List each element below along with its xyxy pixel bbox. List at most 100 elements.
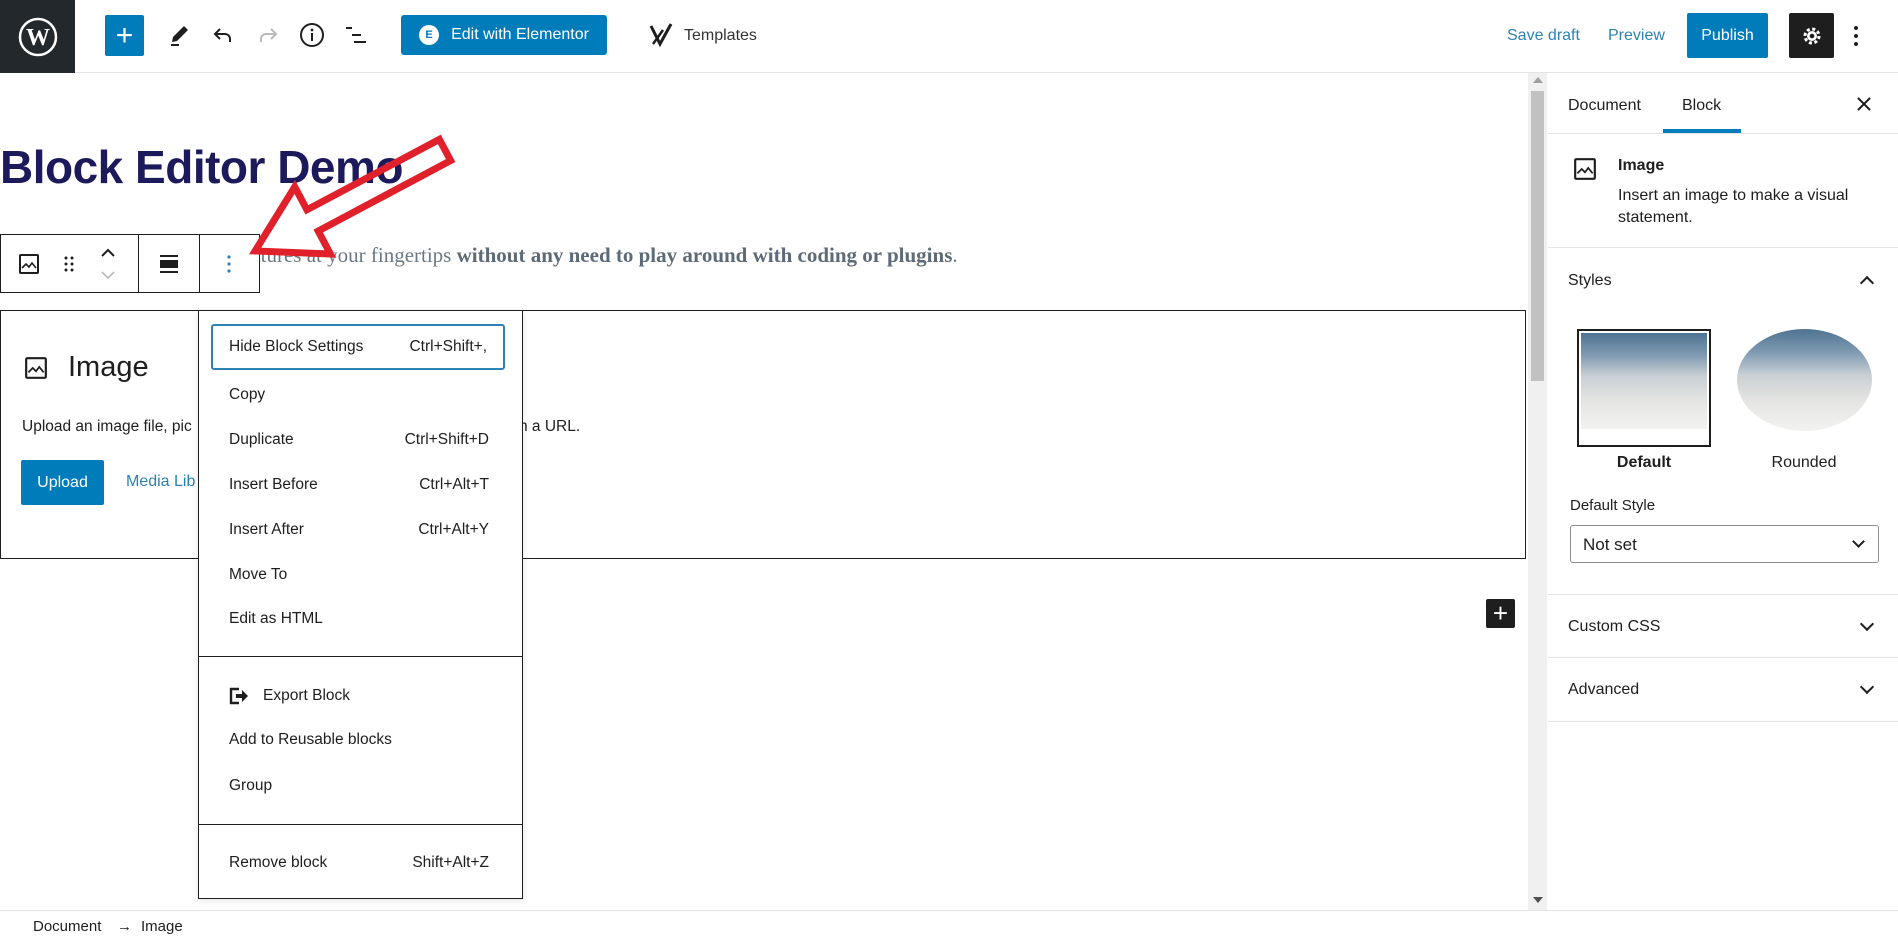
advanced-panel-title[interactable]: Advanced	[1568, 681, 1639, 699]
style-label-default: Default	[1616, 454, 1672, 471]
menu-item-text: Hide Block Settings	[229, 338, 364, 355]
menu-item-insert-after[interactable]: Insert After Ctrl+Alt+Y	[211, 507, 505, 553]
menu-item-text: Export Block	[263, 687, 351, 704]
more-options-kebab-icon[interactable]	[1846, 20, 1866, 52]
settings-button[interactable]	[1789, 13, 1834, 58]
breadcrumb: Document → Image	[0, 910, 1898, 940]
styles-panel-title[interactable]: Styles	[1568, 272, 1612, 290]
preview-button[interactable]: Preview	[1608, 27, 1665, 45]
scroll-down-arrow-icon[interactable]	[1533, 897, 1543, 903]
menu-item-move-to[interactable]: Move To	[211, 552, 505, 598]
list-view-icon[interactable]	[342, 20, 372, 50]
image-icon	[24, 356, 48, 385]
gear-icon	[1803, 27, 1820, 44]
top-toolbar: W + E Edit with Elementor Templates Save…	[0, 0, 1898, 73]
tab-block[interactable]: Block	[1682, 97, 1721, 115]
wordpress-logo[interactable]: W	[0, 0, 75, 73]
editor-scrollbar[interactable]	[1528, 73, 1547, 910]
align-center-icon[interactable]	[155, 251, 183, 277]
menu-item-edit-as-html[interactable]: Edit as HTML	[211, 596, 505, 642]
style-label-rounded: Rounded	[1771, 454, 1837, 471]
block-more-options-icon[interactable]	[214, 249, 244, 279]
style-option-default[interactable]	[1577, 329, 1711, 447]
menu-item-text: Group	[229, 777, 273, 794]
block-name: Image	[1618, 157, 1665, 174]
menu-item-text: Copy	[229, 386, 266, 403]
menu-item-text: Ctrl+Alt+Y	[418, 521, 489, 538]
tab-document[interactable]: Document	[1568, 97, 1641, 115]
menu-item-duplicate[interactable]: Duplicate Ctrl+Shift+D	[211, 417, 505, 463]
style-option-rounded[interactable]	[1737, 329, 1872, 431]
menu-item-copy[interactable]: Copy	[211, 372, 505, 418]
menu-item-text: Move To	[229, 566, 288, 583]
paragraph-text: eatures at your fingertips	[242, 243, 457, 267]
templates-icon[interactable]	[648, 20, 674, 50]
publish-button[interactable]: Publish	[1687, 13, 1768, 58]
divider	[1548, 133, 1898, 134]
media-library-link[interactable]: Media Lib	[126, 473, 195, 491]
drag-handle-icon[interactable]	[59, 251, 79, 277]
post-title[interactable]: Block Editor Demo	[0, 140, 404, 194]
menu-item-text: Insert After	[229, 521, 304, 538]
paragraph-bold-text: without any need to play around with cod…	[456, 243, 953, 267]
divider	[1548, 247, 1898, 248]
block-description: Insert an image to make a visual stateme…	[1618, 187, 1849, 226]
custom-css-panel-title[interactable]: Custom CSS	[1568, 618, 1660, 636]
chevron-down-icon	[1852, 535, 1865, 548]
menu-item-text: Duplicate	[229, 431, 294, 448]
block-toolbar	[0, 234, 260, 293]
menu-item-group[interactable]: Group	[211, 763, 505, 809]
elementor-icon: E	[419, 25, 440, 45]
menu-item-hide-block-settings[interactable]: Hide Block Settings Ctrl+Shift+,	[211, 324, 505, 370]
toolbar-divider	[138, 235, 139, 292]
default-style-select[interactable]: Not set	[1570, 525, 1879, 563]
menu-item-text: Ctrl+Alt+T	[419, 476, 489, 493]
add-block-inline-button[interactable]: +	[1486, 598, 1515, 628]
move-up-chevron-icon[interactable]	[96, 243, 120, 263]
edit-with-elementor-button[interactable]: E Edit with Elementor	[401, 15, 607, 55]
pencil-icon[interactable]	[165, 20, 195, 50]
menu-item-text: Insert Before	[229, 476, 318, 493]
menu-item-export-block[interactable]: Export Block	[211, 673, 505, 719]
divider	[1548, 594, 1898, 595]
divider	[1548, 657, 1898, 658]
save-draft-button[interactable]: Save draft	[1507, 27, 1580, 45]
image-block-type-icon[interactable]	[16, 251, 42, 277]
info-icon[interactable]	[297, 20, 327, 50]
default-style-value: Not set	[1583, 535, 1637, 554]
templates-link[interactable]: Templates	[684, 27, 757, 45]
breadcrumb-arrow: →	[117, 918, 132, 935]
image-instructions: Upload an image file, pic	[22, 418, 192, 435]
menu-item-text: Remove block	[229, 854, 328, 871]
menu-separator	[199, 656, 522, 657]
close-sidebar-icon[interactable]	[1853, 93, 1875, 115]
undo-icon[interactable]	[208, 20, 238, 50]
scroll-up-arrow-icon[interactable]	[1533, 77, 1543, 83]
add-block-button[interactable]: +	[105, 15, 144, 56]
menu-item-text: Add to Reusable blocks	[229, 731, 392, 748]
move-down-chevron-icon[interactable]	[96, 265, 120, 285]
breadcrumb-document[interactable]: Document	[33, 918, 101, 935]
divider	[1548, 721, 1898, 722]
menu-item-insert-before[interactable]: Insert Before Ctrl+Alt+T	[211, 462, 505, 508]
export-icon	[229, 687, 248, 705]
chevron-down-icon[interactable]	[1859, 679, 1875, 695]
menu-item-add-to-reusable[interactable]: Add to Reusable blocks	[211, 717, 505, 763]
block-settings-menu: Hide Block Settings Ctrl+Shift+, Copy Dup…	[198, 310, 523, 899]
chevron-down-icon[interactable]	[1859, 616, 1875, 632]
default-style-label: Default Style	[1570, 497, 1656, 514]
block-image-icon	[1573, 157, 1597, 186]
paragraph-block[interactable]: eatures at your fingertips without any n…	[242, 243, 958, 268]
redo-icon[interactable]	[253, 20, 283, 50]
breadcrumb-image[interactable]: Image	[141, 918, 183, 935]
style-preview-image	[1581, 333, 1707, 429]
chevron-up-icon[interactable]	[1859, 275, 1875, 291]
paragraph-end: .	[952, 243, 958, 267]
menu-item-text: Ctrl+Shift+D	[404, 431, 489, 448]
scrollbar-thumb[interactable]	[1531, 91, 1544, 381]
menu-item-text: Edit as HTML	[229, 610, 323, 627]
svg-text:W: W	[26, 25, 50, 51]
upload-button[interactable]: Upload	[21, 460, 104, 505]
menu-item-text: Ctrl+Shift+,	[409, 338, 487, 355]
menu-item-remove-block[interactable]: Remove block Shift+Alt+Z	[211, 840, 505, 886]
